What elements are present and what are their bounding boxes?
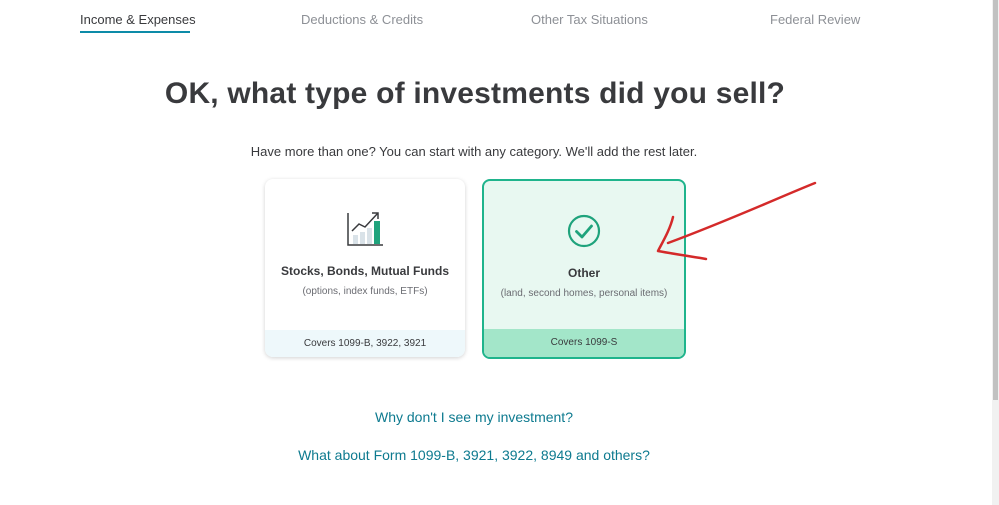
- tab-income-expenses[interactable]: Income & Expenses: [80, 12, 196, 27]
- card-footer: Covers 1099-S: [484, 329, 684, 357]
- about-forms-link[interactable]: What about Form 1099-B, 3921, 3922, 8949…: [0, 447, 948, 463]
- active-tab-indicator: [80, 31, 190, 33]
- card-title: Stocks, Bonds, Mutual Funds: [280, 264, 449, 278]
- tab-deductions-credits[interactable]: Deductions & Credits: [301, 12, 423, 27]
- check-circle-icon: [564, 214, 604, 254]
- stocks-bonds-card[interactable]: Stocks, Bonds, Mutual Funds (options, in…: [265, 179, 465, 357]
- investment-type-page: Income & Expenses Deductions & Credits O…: [0, 0, 999, 505]
- scrollbar-track[interactable]: [992, 0, 999, 505]
- card-description: (options, index funds, ETFs): [302, 286, 428, 297]
- why-no-investment-link[interactable]: Why don't I see my investment?: [0, 409, 948, 425]
- tab-federal-review[interactable]: Federal Review: [770, 12, 860, 27]
- scrollbar-thumb[interactable]: [993, 0, 998, 400]
- tab-other-tax-situations[interactable]: Other Tax Situations: [531, 12, 648, 27]
- chart-growth-icon: [345, 209, 385, 249]
- page-title: OK, what type of investments did you sel…: [164, 77, 786, 110]
- red-arrow-annotation: [640, 175, 830, 275]
- card-footer: Covers 1099-B, 3922, 3921: [265, 330, 465, 357]
- page-subtitle: Have more than one? You can start with a…: [250, 144, 698, 159]
- card-description: (land, second homes, personal items): [500, 288, 668, 299]
- progress-tabs: Income & Expenses Deductions & Credits O…: [0, 0, 999, 40]
